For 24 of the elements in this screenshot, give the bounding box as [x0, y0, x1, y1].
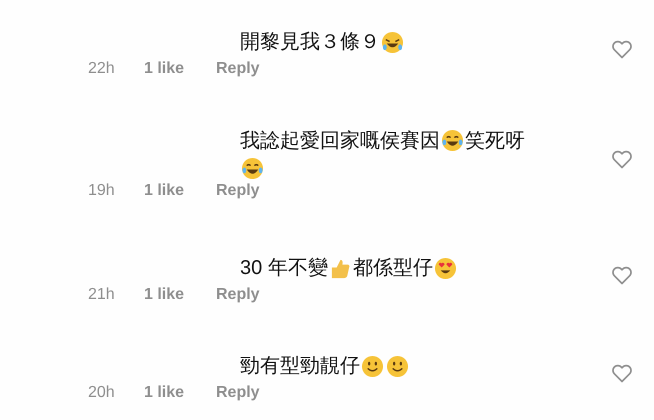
comment-text: 我諗起愛回家嘅侯賽因	[240, 128, 440, 154]
comment-time: 21h	[88, 286, 116, 304]
heart-eyes-emoji-icon	[434, 256, 457, 280]
likes-link[interactable]: 1 like	[144, 384, 216, 402]
comment-text: 30 年不變	[240, 256, 328, 281]
comment-time: 22h	[88, 60, 116, 78]
likes-link[interactable]: 1 like	[144, 182, 216, 200]
reply-link[interactable]: Reply	[216, 182, 260, 200]
comment-time: 20h	[88, 384, 116, 402]
comment-text: 都係型仔	[352, 256, 433, 281]
laughing-emoji-icon	[381, 30, 404, 54]
likes-link[interactable]: 1 like	[144, 286, 216, 304]
comment-text: 笑死呀	[465, 128, 525, 154]
smile-emoji-icon	[386, 354, 409, 378]
laughing-tears-emoji-icon	[241, 156, 264, 180]
comment-text: 開黎見我３條９	[240, 30, 380, 55]
comment-time: 19h	[88, 182, 116, 200]
likes-link[interactable]: 1 like	[144, 60, 216, 78]
smile-emoji-icon	[361, 354, 384, 378]
reply-link[interactable]: Reply	[216, 60, 260, 78]
reply-link[interactable]: Reply	[216, 286, 260, 304]
comment-text: 勁有型勁靚仔	[240, 354, 360, 379]
laughing-tears-emoji-icon	[441, 129, 464, 152]
reply-link[interactable]: Reply	[216, 384, 260, 402]
